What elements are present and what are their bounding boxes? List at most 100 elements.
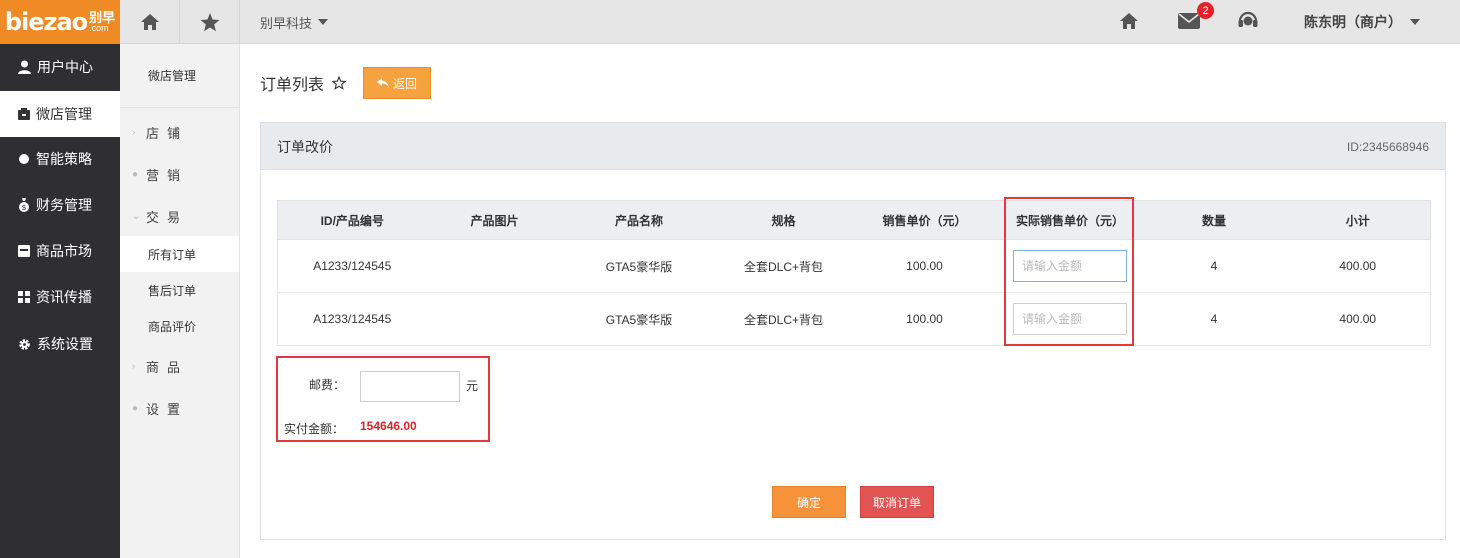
logo[interactable]: biezao 别早 .com: [0, 0, 120, 44]
subnav-group-settings[interactable]: ● 设置: [120, 393, 240, 423]
column-header: 产品图片: [426, 200, 563, 240]
dot-icon: [19, 154, 29, 164]
paid-amount-label: 实付金额：: [284, 422, 345, 436]
svg-text:$: $: [22, 205, 26, 212]
sidebar-item-label: 微店管理: [36, 106, 92, 122]
cancel-order-button[interactable]: 取消订单: [860, 486, 934, 518]
sub-sidebar: 微店管理 › 店铺 ● 营销 ⌄ 交易 所有订单 售后订单 商品评价 › 商品 …: [120, 44, 240, 558]
cell-image: [426, 292, 563, 346]
top-bar: biezao 别早 .com 别早科技 2 陈东明（商户）: [0, 0, 1460, 44]
sidebar-item-news[interactable]: 资讯传播: [0, 274, 120, 320]
subnav-group-label: 设置: [146, 401, 189, 417]
column-header: 销售单价（元）: [851, 200, 998, 240]
gear-icon: [19, 338, 30, 350]
paid-amount-value: 154646.00: [360, 419, 417, 433]
user-menu[interactable]: 陈东明（商户）: [1304, 0, 1420, 44]
panel-title: 订单改价: [277, 138, 333, 155]
column-header: 数量: [1142, 200, 1286, 240]
sidebar-item-finance[interactable]: $ 财务管理: [0, 182, 120, 228]
order-items-table: ID/产品编号 产品图片 产品名称 规格 销售单价（元） 实际销售单价（元） 数…: [277, 200, 1431, 346]
cell-name: GTA5豪华版: [562, 292, 716, 346]
home-icon: [140, 14, 159, 30]
dot-icon: ●: [132, 402, 139, 414]
column-header: 规格: [715, 200, 852, 240]
page-title: 订单列表: [260, 68, 347, 98]
chevron-down-icon: ⌄: [132, 210, 141, 222]
table-header-row: ID/产品编号 产品图片 产品名称 规格 销售单价（元） 实际销售单价（元） 数…: [277, 200, 1431, 240]
home-icon: [1120, 13, 1138, 29]
back-button[interactable]: 返回: [363, 67, 431, 99]
sidebar-item-label: 财务管理: [36, 197, 92, 213]
cell-subtotal: 400.00: [1285, 239, 1431, 293]
company-name: 别早科技: [260, 15, 313, 31]
cell-id: A1233/124545: [277, 292, 427, 346]
dot-icon: ●: [132, 168, 139, 180]
company-dropdown[interactable]: 别早科技: [240, 0, 329, 44]
cell-name: GTA5豪华版: [562, 239, 716, 293]
support-button[interactable]: [1235, 7, 1261, 33]
home-button[interactable]: [1116, 8, 1142, 34]
logo-com: .com: [89, 23, 109, 33]
subnav-group-trade[interactable]: ⌄ 交易: [120, 201, 240, 231]
shipping-label: 邮费：: [309, 378, 346, 392]
cell-qty: 4: [1142, 292, 1286, 346]
subnav-group-store[interactable]: › 店铺: [120, 117, 240, 147]
sidebar-item-user-center[interactable]: 用户中心: [0, 44, 120, 90]
subnav-group-marketing[interactable]: ● 营销: [120, 159, 240, 189]
market-icon: [18, 245, 30, 257]
money-bag-icon: $: [19, 198, 29, 212]
chevron-down-icon: [1410, 19, 1420, 25]
star-outline-icon[interactable]: [332, 76, 347, 90]
reply-icon: [376, 78, 389, 88]
subnav-group-label: 营销: [146, 167, 189, 183]
subnav-group-products[interactable]: › 商品: [120, 351, 240, 381]
cell-qty: 4: [1142, 239, 1286, 293]
column-header: 产品名称: [562, 200, 716, 240]
actual-price-input[interactable]: [1013, 303, 1127, 335]
cell-spec: 全套DLC+背包: [715, 292, 852, 346]
topbar-favorite-button[interactable]: [180, 0, 240, 44]
sidebar-item-settings[interactable]: 系统设置: [0, 321, 120, 367]
sidebar-item-smart-strategy[interactable]: 智能策略: [0, 136, 120, 182]
subnav-group-label: 店铺: [146, 125, 189, 141]
shop-icon: [18, 108, 30, 120]
main-sidebar: 用户中心 微店管理 智能策略 $ 财务管理 商品市场 资讯传播 系统设置: [0, 44, 120, 558]
star-icon: [200, 12, 219, 31]
sidebar-item-label: 智能策略: [36, 151, 92, 167]
mail-icon: [1178, 13, 1200, 29]
panel-header: 订单改价 ID:2345668946: [261, 123, 1445, 170]
table-row: A1233/124545 GTA5豪华版 全套DLC+背包 100.00 4 4…: [277, 239, 1431, 293]
cell-price: 100.00: [851, 239, 998, 293]
confirm-button[interactable]: 确定: [772, 486, 846, 518]
back-button-label: 返回: [392, 76, 417, 91]
order-id: ID:2345668946: [1346, 139, 1429, 154]
subnav-group-label: 商品: [146, 359, 189, 375]
sidebar-item-market[interactable]: 商品市场: [0, 228, 120, 274]
cell-actual-price: [997, 292, 1143, 346]
sidebar-item-shop-management[interactable]: 微店管理: [0, 91, 120, 137]
mail-badge: 2: [1197, 2, 1214, 19]
actual-price-input[interactable]: [1013, 250, 1127, 282]
order-reprice-panel: 订单改价 ID:2345668946 ID/产品编号 产品图片 产品名称 规格 …: [260, 122, 1446, 540]
cell-id: A1233/124545: [277, 239, 427, 293]
subnav-item-reviews[interactable]: 商品评价: [120, 308, 239, 344]
cell-actual-price: [997, 239, 1143, 293]
cell-price: 100.00: [851, 292, 998, 346]
column-header: 实际销售单价（元）: [997, 200, 1143, 240]
shipping-input[interactable]: [360, 371, 460, 402]
subnav-item-after-sales[interactable]: 售后订单: [120, 272, 239, 308]
column-header: ID/产品编号: [277, 200, 427, 240]
grid-icon: [18, 291, 30, 303]
subnav-title: 微店管理: [120, 44, 240, 108]
logo-brand: biezao: [4, 8, 88, 36]
shipping-unit: 元: [466, 379, 479, 393]
subnav-item-all-orders[interactable]: 所有订单: [120, 236, 239, 272]
user-icon: [18, 60, 31, 74]
topbar-home-button[interactable]: [120, 0, 180, 44]
cell-subtotal: 400.00: [1285, 292, 1431, 346]
sidebar-item-label: 资讯传播: [36, 289, 92, 305]
chevron-right-icon: ›: [132, 126, 136, 138]
sidebar-item-label: 系统设置: [37, 336, 93, 352]
logo-sub: 别早 .com: [89, 11, 115, 33]
chevron-down-icon: [318, 19, 329, 25]
